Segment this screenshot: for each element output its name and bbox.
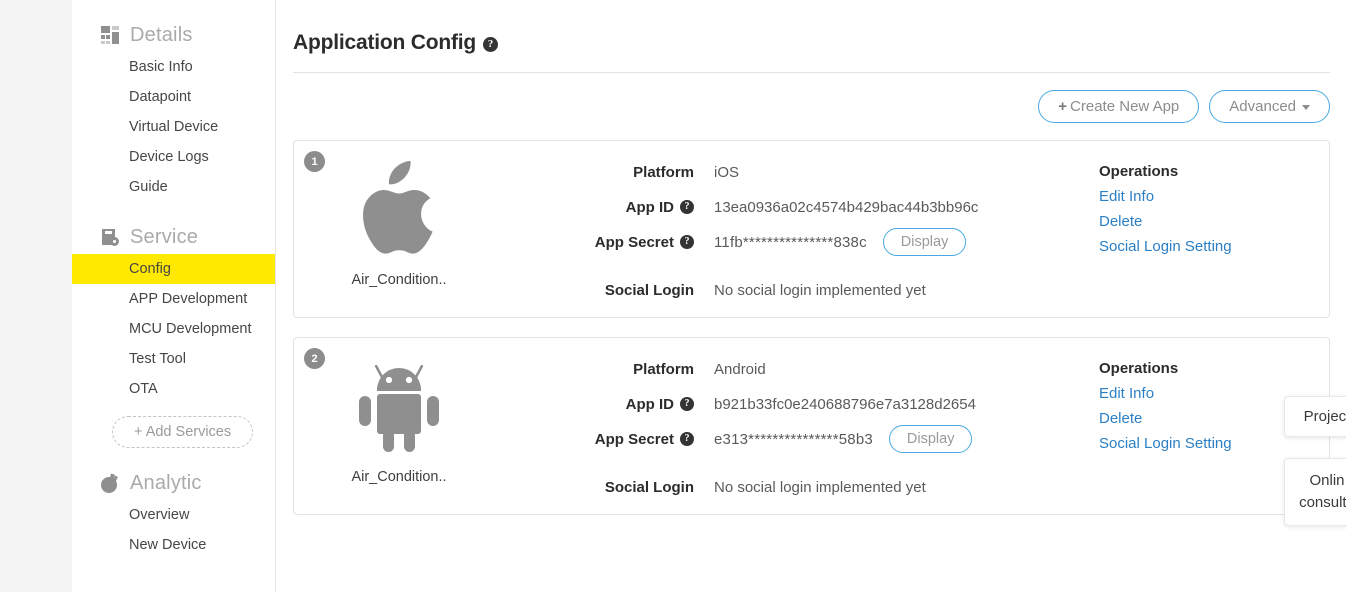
sidebar-group-title-analytic: Analytic [130,472,202,495]
title-divider [293,72,1330,73]
app-fields-column: Platform iOS App ID ? 13ea0936a02c4574b4… [504,141,1099,317]
label-app-secret: App Secret ? [504,431,694,448]
sidebar-item-device-logs[interactable]: Device Logs [72,142,275,172]
service-gear-icon [101,228,120,247]
sidebar-item-ota[interactable]: OTA [72,374,275,404]
page-title-row: Application Config ? [277,0,1346,55]
sidebar-item-test-tool[interactable]: Test Tool [72,344,275,374]
app-root: Details Basic Info Datapoint Virtual Dev… [0,0,1346,592]
sidebar-item-overview[interactable]: Overview [72,500,275,530]
value-app-secret: 11fb***************838c [714,234,867,251]
card-index-badge: 2 [304,348,325,369]
label-platform: Platform [504,164,694,181]
sidebar-item-basic-info[interactable]: Basic Info [72,52,275,82]
social-login-setting-link[interactable]: Social Login Setting [1099,435,1329,452]
field-social-login: Social Login No social login implemented… [504,275,1099,305]
help-icon-app-id[interactable]: ? [680,200,694,214]
help-icon-app-secret[interactable]: ? [680,432,694,446]
card-index-badge: 1 [304,151,325,172]
plus-icon: + [1058,98,1067,115]
sidebar-group-service: Service [72,220,275,254]
label-app-id: App ID ? [504,396,694,413]
value-app-id: 13ea0936a02c4574b429bac44b3bb96c [714,199,978,216]
sidebar-item-config[interactable]: Config [72,254,275,284]
app-card-ios: 1 Air_Condition.. Platform [293,140,1330,318]
sidebar-group-title-details: Details [130,24,193,47]
field-app-id: App ID ? b921b33fc0e240688796e7a3128d265… [504,389,1099,419]
sidebar-item-virtual-device[interactable]: Virtual Device [72,112,275,142]
sidebar-item-guide[interactable]: Guide [72,172,275,202]
label-social-login: Social Login [504,479,694,496]
field-app-secret: App Secret ? e313***************58b3 Dis… [504,424,1099,454]
field-platform: Platform iOS [504,157,1099,187]
field-platform: Platform Android [504,354,1099,384]
pie-chart-icon [101,474,120,493]
label-app-id: App ID ? [504,199,694,216]
advanced-dropdown-button[interactable]: Advanced [1209,90,1330,123]
sidebar-group-details: Details [72,18,275,52]
help-icon-app-id[interactable]: ? [680,397,694,411]
floating-panel-online-consultation[interactable]: Onlin consulta [1284,458,1346,526]
consult-line-1: Onlin [1295,470,1346,492]
value-social-login: No social login implemented yet [714,479,926,496]
label-social-login: Social Login [504,282,694,299]
operations-title: Operations [1099,163,1329,180]
app-card-android: 2 [293,337,1330,515]
android-logo-icon [357,356,441,456]
value-app-id: b921b33fc0e240688796e7a3128d2654 [714,396,976,413]
label-app-secret-text: App Secret [595,431,674,448]
sidebar-group-analytic: Analytic [72,466,275,500]
create-new-app-label: Create New App [1070,98,1179,115]
field-app-id: App ID ? 13ea0936a02c4574b429bac44b3bb96… [504,192,1099,222]
app-name: Air_Condition.. [351,272,446,288]
display-secret-button[interactable]: Display [889,425,973,453]
create-new-app-button[interactable]: +Create New App [1038,90,1199,123]
field-social-login: Social Login No social login implemented… [504,472,1099,502]
display-secret-button[interactable]: Display [883,228,967,256]
label-app-id-text: App ID [626,396,674,413]
toolbar: +Create New App Advanced [277,90,1330,123]
label-app-id-text: App ID [626,199,674,216]
sidebar: Details Basic Info Datapoint Virtual Dev… [72,0,276,592]
social-login-setting-link[interactable]: Social Login Setting [1099,238,1329,255]
app-logo-column: Air_Condition.. [294,338,504,514]
app-logo-column: Air_Condition.. [294,141,504,317]
value-platform: Android [714,361,766,378]
delete-link[interactable]: Delete [1099,213,1329,230]
page-title: Application Config [293,31,476,55]
label-app-secret: App Secret ? [504,234,694,251]
help-icon-title[interactable]: ? [483,37,498,52]
help-icon-app-secret[interactable]: ? [680,235,694,249]
value-platform: iOS [714,164,739,181]
value-app-secret: e313***************58b3 [714,431,873,448]
sidebar-group-title-service: Service [130,226,198,249]
sidebar-item-new-device[interactable]: New Device [72,530,275,560]
sidebar-item-mcu-development[interactable]: MCU Development [72,314,275,344]
sidebar-item-datapoint[interactable]: Datapoint [72,82,275,112]
sidebar-item-app-development[interactable]: APP Development [72,284,275,314]
floating-panel-project[interactable]: Project [1284,396,1346,437]
app-fields-column: Platform Android App ID ? b921b33fc0e240… [504,338,1099,514]
operations-column: Operations Edit Info Delete Social Login… [1099,141,1329,317]
operations-title: Operations [1099,360,1329,377]
label-app-secret-text: App Secret [595,234,674,251]
add-services-wrap: + Add Services [72,416,275,448]
advanced-label: Advanced [1229,98,1296,115]
apple-logo-icon [358,159,440,259]
grid-icon [101,26,120,45]
add-services-button[interactable]: + Add Services [112,416,253,448]
value-social-login: No social login implemented yet [714,282,926,299]
field-app-secret: App Secret ? 11fb***************838c Dis… [504,227,1099,257]
app-shell: Details Basic Info Datapoint Virtual Dev… [72,0,1346,592]
main-content: Application Config ? +Create New App Adv… [277,0,1346,592]
edit-info-link[interactable]: Edit Info [1099,188,1329,205]
label-platform: Platform [504,361,694,378]
app-name: Air_Condition.. [351,469,446,485]
consult-line-2: consulta [1295,492,1346,514]
chevron-down-icon [1302,105,1310,110]
